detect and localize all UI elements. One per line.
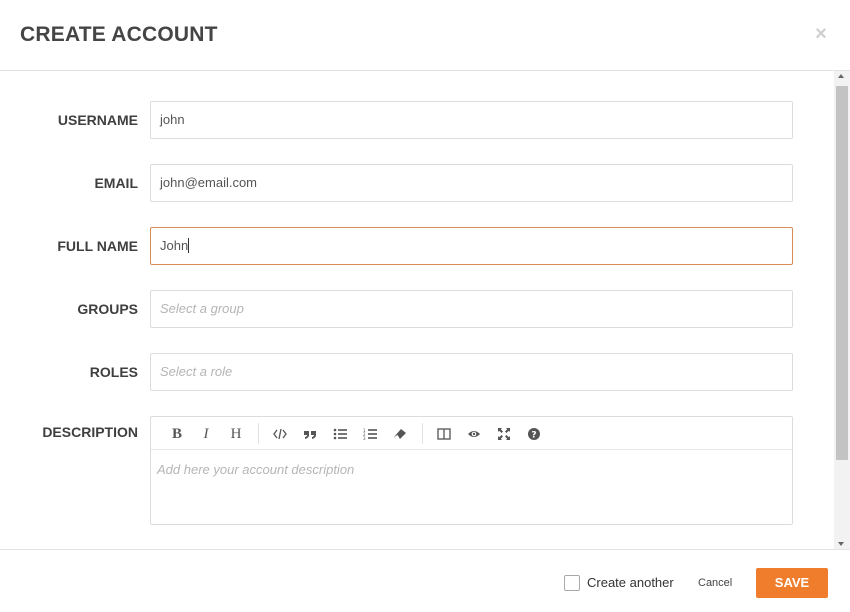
email-input[interactable]: john@email.com (150, 164, 793, 202)
svg-text:3: 3 (363, 436, 366, 441)
heading-icon[interactable]: H (226, 424, 246, 444)
code-icon[interactable] (270, 424, 290, 444)
groups-select[interactable]: Select a group (150, 290, 793, 328)
toolbar-separator (422, 423, 423, 444)
username-input[interactable]: john (150, 101, 793, 139)
save-button[interactable]: SAVE (756, 568, 828, 598)
roles-placeholder: Select a role (160, 364, 233, 379)
toolbar-separator (258, 423, 259, 444)
vertical-scrollbar[interactable] (834, 71, 850, 550)
close-icon[interactable]: × (812, 24, 830, 44)
dialog-title: CREATE ACCOUNT (20, 23, 218, 46)
italic-icon[interactable]: I (196, 424, 216, 444)
roles-label: ROLES (89, 364, 138, 380)
dialog-body: USERNAME john EMAIL john@email.com FULL … (0, 71, 834, 549)
username-label: USERNAME (57, 112, 138, 128)
description-placeholder: Add here your account description (157, 462, 355, 477)
description-editor[interactable]: B I H 123 ? Add here your account descri… (150, 416, 793, 525)
unordered-list-icon[interactable] (330, 424, 350, 444)
username-value: john (160, 112, 185, 127)
preview-icon[interactable] (464, 424, 484, 444)
help-icon[interactable]: ? (524, 424, 544, 444)
svg-text:?: ? (531, 431, 536, 441)
text-caret (188, 238, 190, 253)
cancel-button[interactable]: Cancel (698, 577, 732, 589)
create-another-label[interactable]: Create another (587, 575, 674, 590)
scroll-up-arrow-icon[interactable] (838, 74, 844, 78)
ordered-list-icon[interactable]: 123 (360, 424, 380, 444)
full-name-label: FULL NAME (57, 238, 138, 254)
full-name-value: John (160, 238, 189, 253)
roles-select[interactable]: Select a role (150, 353, 793, 391)
quote-icon[interactable] (300, 424, 320, 444)
groups-placeholder: Select a group (160, 301, 244, 316)
description-label: DESCRIPTION (42, 424, 138, 440)
create-another-checkbox[interactable] (564, 575, 580, 591)
scroll-down-arrow-icon[interactable] (838, 542, 844, 546)
email-label: EMAIL (94, 175, 138, 191)
full-name-input[interactable]: John (150, 227, 793, 265)
groups-label: GROUPS (77, 301, 138, 317)
editor-toolbar: B I H 123 ? (151, 417, 792, 450)
email-value: john@email.com (160, 175, 258, 190)
dialog-header: CREATE ACCOUNT × (0, 0, 850, 71)
eraser-icon[interactable] (390, 424, 410, 444)
scrollbar-thumb[interactable] (836, 86, 848, 460)
fullscreen-icon[interactable] (494, 424, 514, 444)
dialog-footer: Create another Cancel SAVE (0, 549, 850, 612)
bold-icon[interactable]: B (167, 424, 187, 444)
side-by-side-icon[interactable] (434, 424, 454, 444)
